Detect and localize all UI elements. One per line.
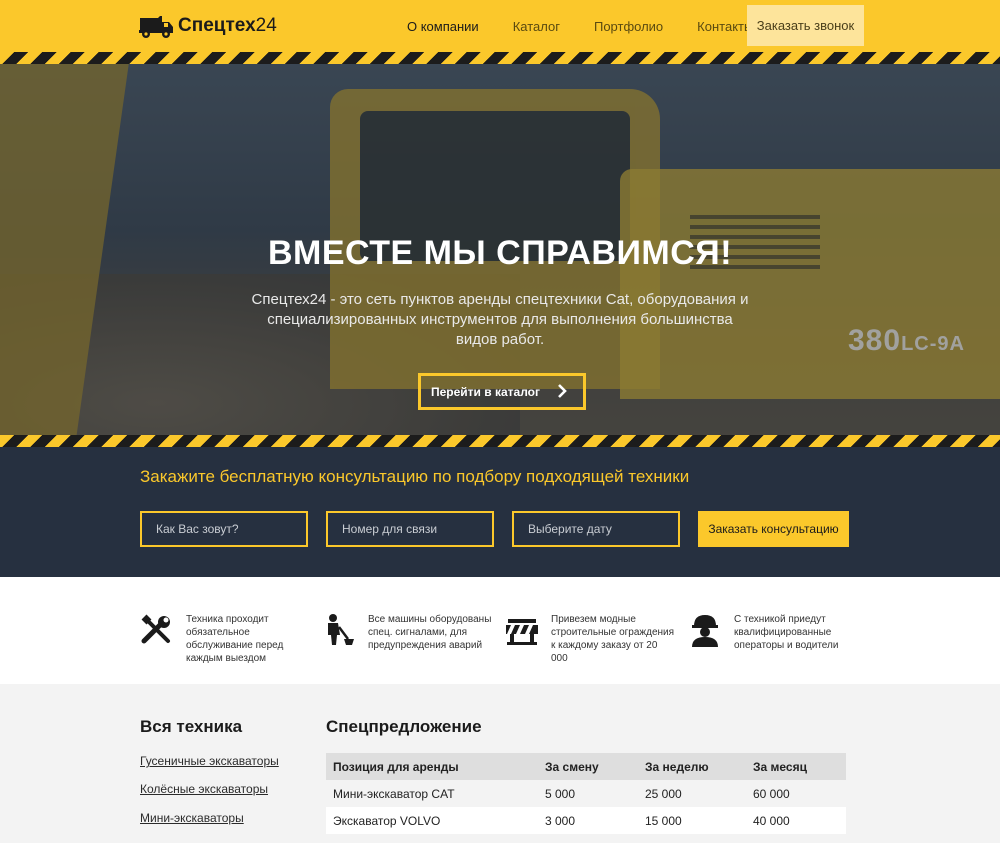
worker-icon [328,614,354,645]
cell-per-shift: 3 000 [538,807,638,834]
hero-subtitle: Спецтех24 - это сеть пунктов аренды спец… [251,291,749,348]
hero-title: ВМЕСТЕ МЫ СПРАВИМСЯ! [267,234,733,272]
phone-field[interactable]: Номер для связи [326,511,494,547]
feature-text: Техника проходит обязательное обслуживан… [186,614,284,664]
order-consultation-button[interactable]: Заказать консультацию [698,511,849,547]
date-field[interactable]: Выберите дату [512,511,680,547]
name-field[interactable]: Как Вас зовут? [140,511,308,547]
table-row[interactable]: Мини-экскаватор CAT 5 000 25 000 60 000 [326,780,846,807]
consultation-section: Закажите бесплатную консультацию по подб… [0,447,1000,577]
cell-position: Мини-экскаватор CAT [326,780,538,807]
cell-per-shift: 5 000 [538,780,638,807]
site-header: Спецтех24 О компании Каталог Портфолио К… [0,0,1000,52]
cell-per-month: 60 000 [746,780,846,807]
column-per-shift: За смену [538,753,638,780]
hazard-stripe-bottom [0,435,1000,447]
feature-text: Привезем модные строительные ограждения … [551,614,675,664]
order-call-button[interactable]: Заказать звонок [747,5,864,46]
main-nav: О компании Каталог Портфолио Контакты [390,5,770,47]
cell-position: Экскаватор VOLVO [326,807,538,834]
feature-barriers: Привезем модные строительные ограждения … [505,613,676,665]
nav-catalog[interactable]: Каталог [496,5,577,47]
logo[interactable]: Спецтех24 [138,10,277,42]
feature-operators: С техникой приедут квалифицированные опе… [688,613,859,652]
nav-about[interactable]: О компании [390,5,496,47]
catalog-link-mini-excavators[interactable]: Мини-экскаваторы [140,811,244,825]
consultation-title: Закажите бесплатную консультацию по подб… [140,467,690,486]
go-to-catalog-label: Перейти в каталог [431,384,541,399]
catalog-link-wheeled-excavators[interactable]: Колёсные экскаваторы [140,782,268,796]
helmet-icon [692,615,718,647]
hero-banner: 380LC-9A ВМЕСТЕ МЫ СПРАВИМСЯ! Спецтех24 … [0,64,1000,435]
feature-maintenance: Техника проходит обязательное обслуживан… [140,613,311,665]
cell-per-week: 25 000 [638,780,746,807]
barrier-icon [506,619,538,645]
column-position: Позиция для аренды [326,753,538,780]
logo-text: Спецтех24 [178,15,277,36]
go-to-catalog-button[interactable]: Перейти в каталог [418,373,586,410]
cell-per-month: 40 000 [746,807,846,834]
table-row[interactable]: Экскаватор VOLVO 3 000 15 000 40 000 [326,807,846,834]
column-per-month: За месяц [746,753,846,780]
tools-icon [141,614,170,644]
hazard-stripe-top [0,52,1000,64]
nav-portfolio[interactable]: Портфолио [577,5,680,47]
feature-signals: Все машины оборудованы спец. сигналами, … [322,613,493,652]
special-offer-title: Спецпредложение [326,717,482,736]
catalog-link-crawler-excavators[interactable]: Гусеничные экскаваторы [140,754,279,768]
features-section: Техника проходит обязательное обслуживан… [0,577,1000,684]
chevron-right-icon [558,384,567,398]
table-header-row: Позиция для аренды За смену За неделю За… [326,753,846,780]
dump-truck-icon [139,16,173,38]
cell-per-week: 15 000 [638,807,746,834]
column-per-week: За неделю [638,753,746,780]
special-offer-table: Позиция для аренды За смену За неделю За… [326,753,846,834]
catalog-title: Вся техника [140,717,243,736]
feature-text: Все машины оборудованы спец. сигналами, … [368,614,492,651]
feature-text: С техникой приедут квалифицированные опе… [734,614,839,651]
